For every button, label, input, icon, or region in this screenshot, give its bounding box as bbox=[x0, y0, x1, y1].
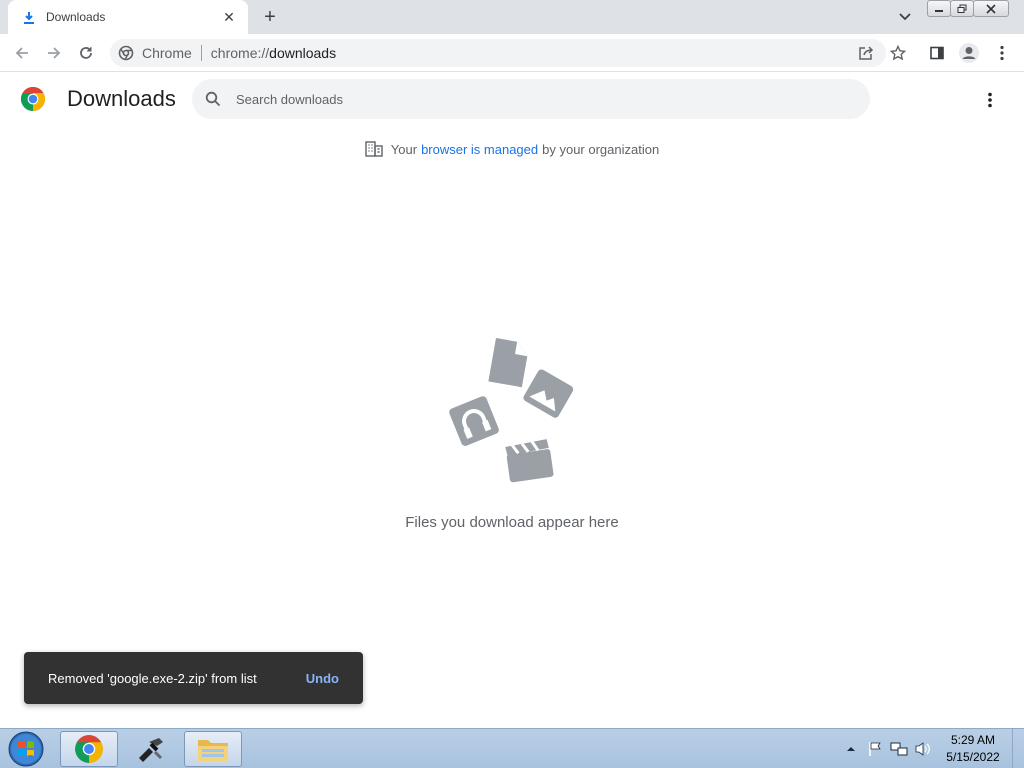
chrome-logo-icon bbox=[20, 86, 46, 112]
reload-button[interactable] bbox=[75, 42, 97, 64]
tab-strip: Downloads ✕ + bbox=[0, 0, 1024, 34]
chrome-site-icon bbox=[118, 45, 134, 61]
back-button[interactable] bbox=[11, 42, 33, 64]
restore-button[interactable] bbox=[950, 0, 974, 17]
downloads-header: Downloads bbox=[0, 72, 1024, 128]
document-icon bbox=[488, 338, 528, 388]
omnibox-divider bbox=[200, 45, 202, 61]
image-icon bbox=[523, 369, 574, 418]
taskbar-tool[interactable] bbox=[122, 731, 180, 767]
search-icon bbox=[204, 90, 222, 108]
taskbar-clock[interactable]: 5:29 AM 5/15/2022 bbox=[940, 732, 1006, 766]
show-hidden-icons-icon[interactable] bbox=[842, 740, 860, 758]
more-actions-icon[interactable] bbox=[980, 88, 1000, 112]
url-text: chrome://downloads bbox=[211, 45, 336, 61]
browser-toolbar: Chrome chrome://downloads bbox=[0, 34, 1024, 72]
page-title: Downloads bbox=[67, 86, 176, 111]
clock-date: 5/15/2022 bbox=[946, 750, 1000, 764]
windows-taskbar: 5:29 AM 5/15/2022 bbox=[0, 728, 1024, 768]
taskbar-chrome[interactable] bbox=[60, 731, 118, 767]
profile-avatar-icon[interactable] bbox=[958, 42, 980, 64]
managed-suffix: by your organization bbox=[542, 141, 660, 157]
tool-app-icon bbox=[139, 738, 163, 762]
new-tab-button[interactable]: + bbox=[258, 6, 282, 28]
chrome-taskbar-icon bbox=[75, 735, 103, 763]
share-icon[interactable] bbox=[856, 43, 876, 63]
tab-title: Downloads bbox=[46, 10, 106, 24]
managed-prefix: Your bbox=[390, 141, 418, 157]
folder-icon bbox=[198, 740, 228, 761]
audio-icon bbox=[449, 396, 499, 446]
address-bar[interactable]: Chrome chrome://downloads bbox=[110, 39, 886, 67]
start-button[interactable] bbox=[4, 730, 48, 768]
video-clapper-icon bbox=[505, 439, 554, 483]
network-icon[interactable] bbox=[890, 740, 908, 758]
browser-menu-icon[interactable] bbox=[991, 42, 1013, 64]
empty-downloads-illustration bbox=[440, 330, 585, 490]
tab-downloads[interactable]: Downloads ✕ bbox=[8, 0, 248, 34]
url-host: downloads bbox=[269, 45, 337, 61]
close-tab-icon[interactable]: ✕ bbox=[220, 8, 238, 26]
removed-toast: Removed 'google.exe-2.zip' from list Und… bbox=[24, 652, 363, 704]
volume-icon[interactable] bbox=[914, 740, 932, 758]
taskbar-explorer[interactable] bbox=[184, 731, 242, 767]
forward-button[interactable] bbox=[43, 42, 65, 64]
download-icon bbox=[22, 10, 36, 24]
window-controls bbox=[927, 0, 1009, 18]
empty-state-message: Files you download appear here bbox=[405, 514, 619, 531]
url-scheme: chrome:// bbox=[210, 45, 270, 61]
site-chip-label: Chrome bbox=[142, 45, 192, 61]
bookmark-star-icon[interactable] bbox=[888, 43, 908, 63]
close-window-button[interactable] bbox=[973, 0, 1009, 17]
managed-notice: Your browser is managed by your organiza… bbox=[0, 140, 1024, 158]
toast-message: Removed 'google.exe-2.zip' from list bbox=[48, 670, 257, 686]
side-panel-icon[interactable] bbox=[926, 42, 948, 64]
minimize-button[interactable] bbox=[927, 0, 951, 17]
managed-link[interactable]: browser is managed bbox=[421, 142, 538, 157]
action-center-flag-icon[interactable] bbox=[866, 740, 884, 758]
show-desktop-button[interactable] bbox=[1012, 729, 1024, 768]
building-icon bbox=[365, 140, 383, 158]
search-downloads-bar[interactable] bbox=[192, 79, 870, 119]
clock-time: 5:29 AM bbox=[950, 733, 996, 747]
chevron-down-icon[interactable] bbox=[896, 8, 914, 26]
search-input[interactable] bbox=[236, 91, 836, 107]
undo-button[interactable]: Undo bbox=[306, 671, 339, 686]
